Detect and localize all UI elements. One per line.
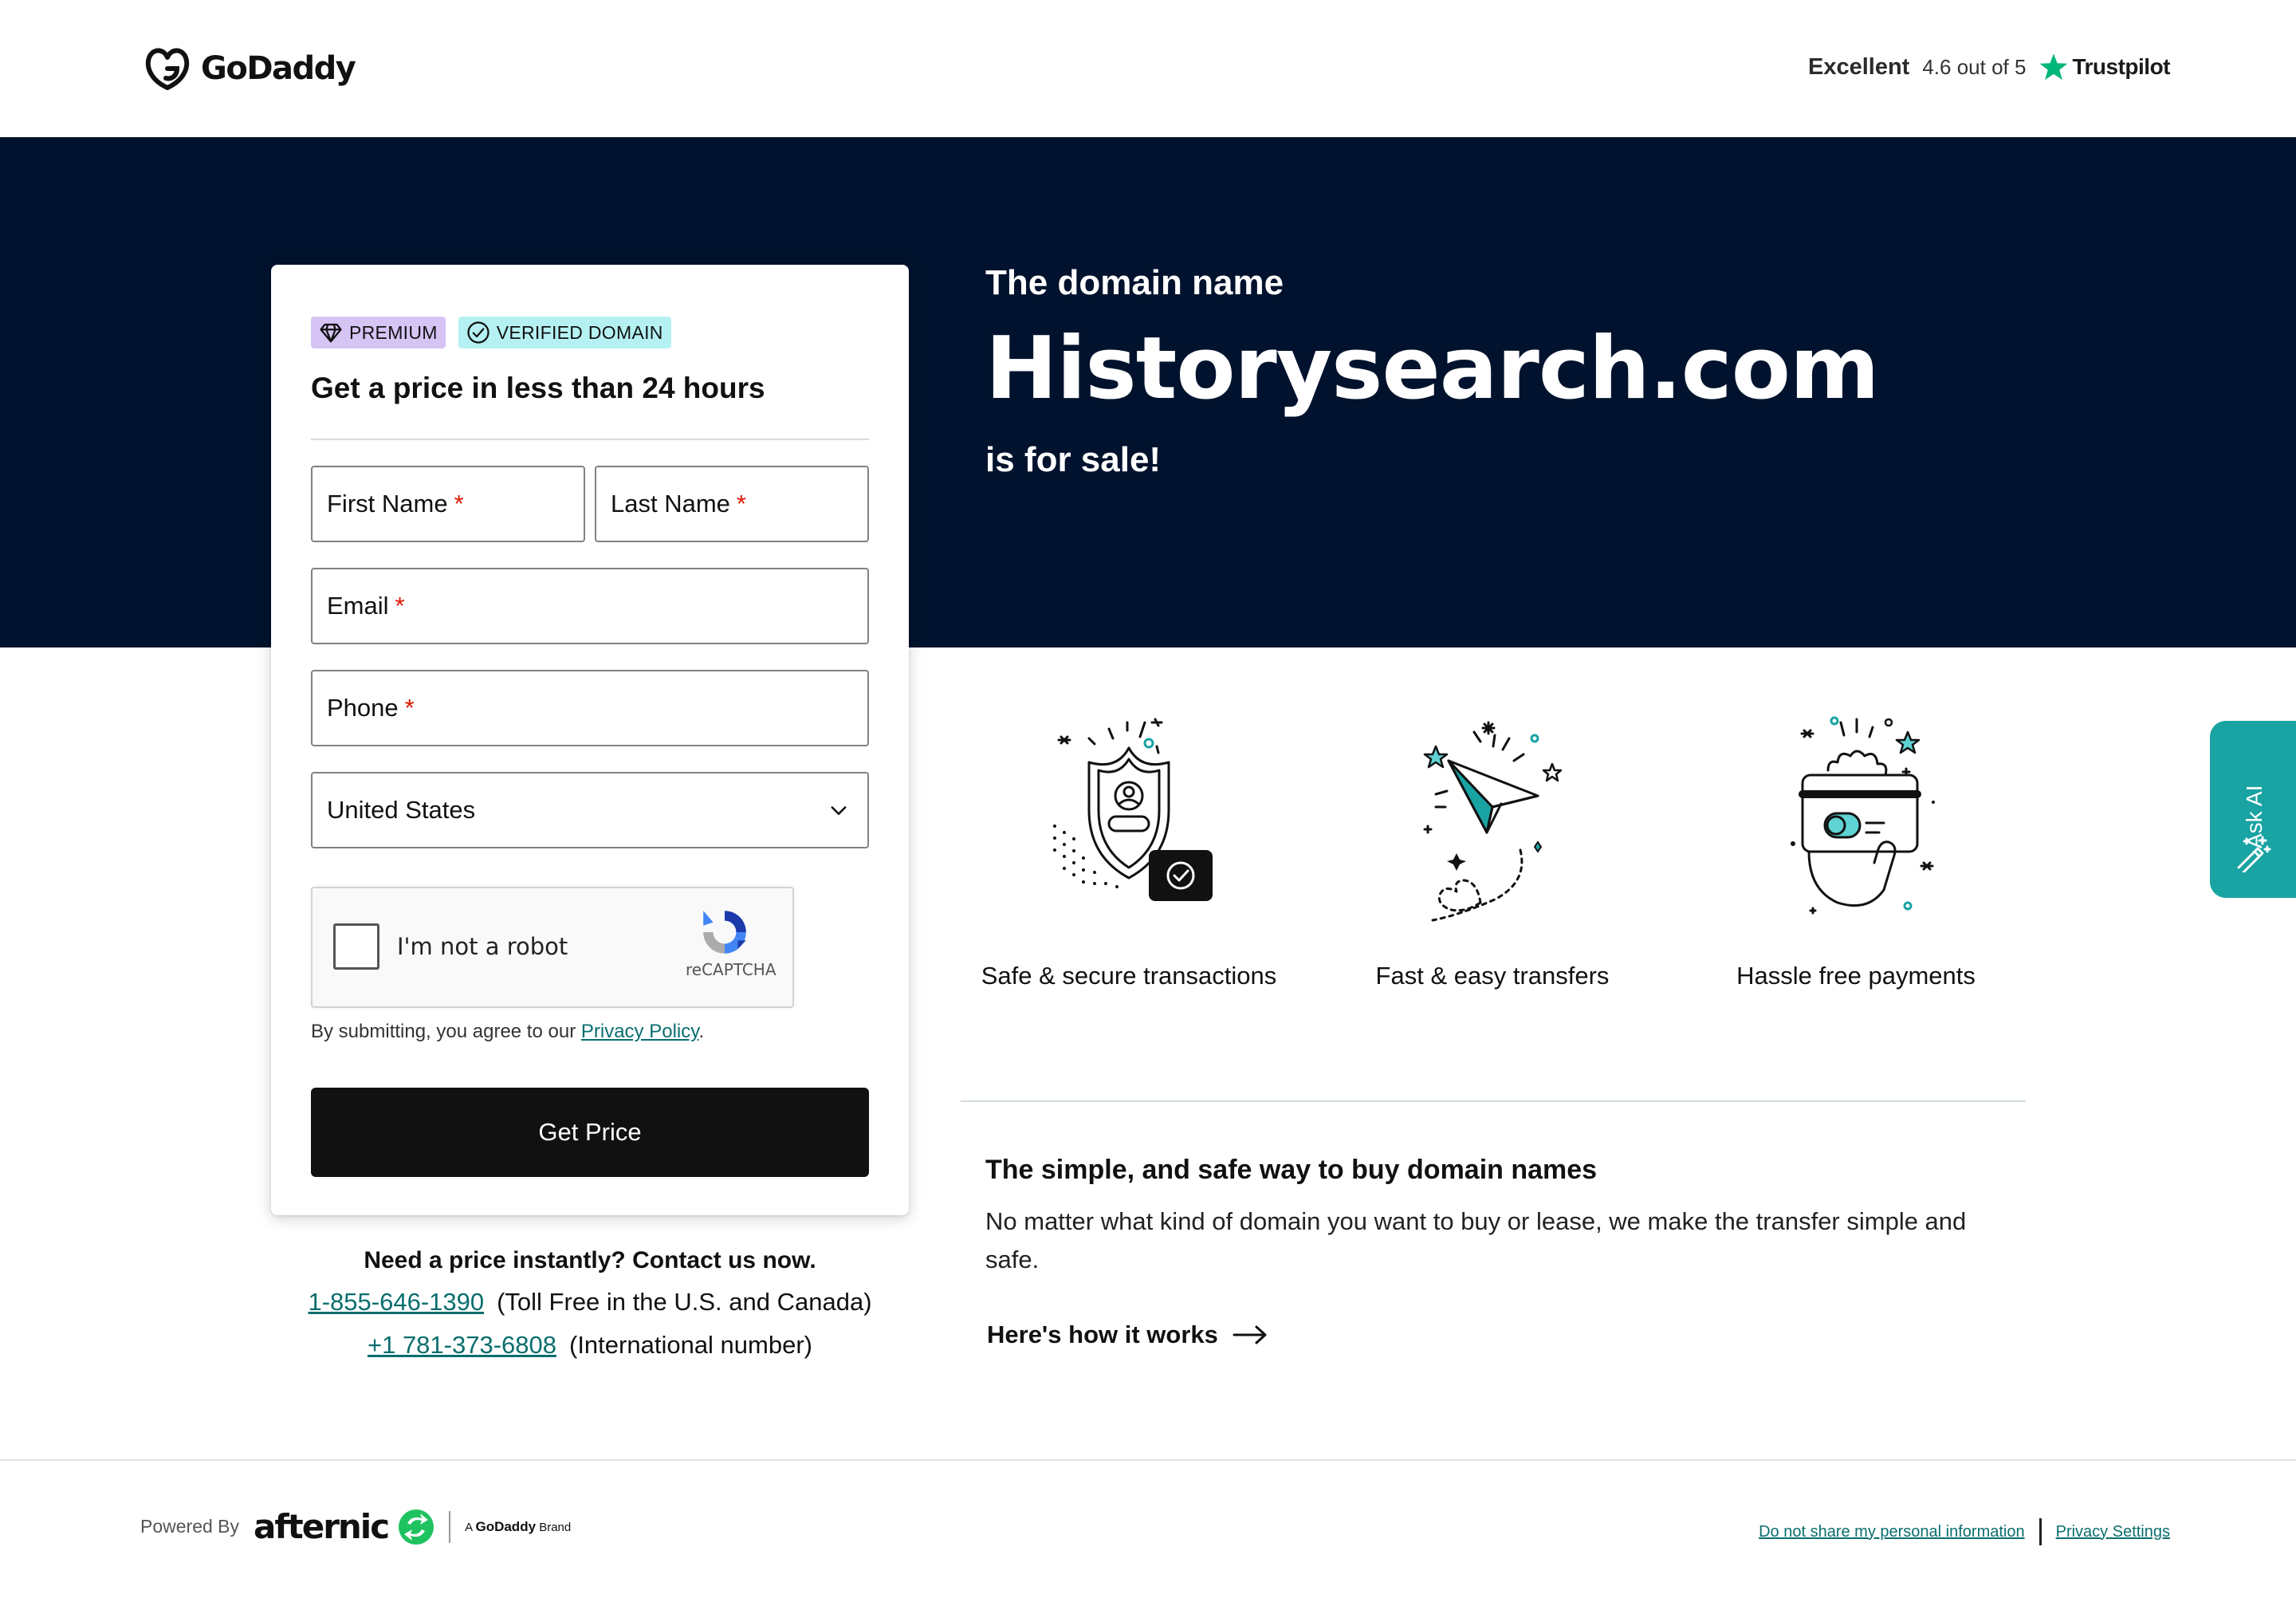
email-label: Email <box>327 592 389 620</box>
footer-branding: Powered By afternic A GoDaddy Brand <box>140 1507 571 1546</box>
footer-link-separator <box>2038 1518 2042 1545</box>
top-bar: GoDaddy Excellent 4.6 out of 5 Trustpilo… <box>0 0 2296 137</box>
check-circle-icon <box>467 321 489 344</box>
hero-pretitle: The domain name <box>985 263 1284 302</box>
price-request-form: PREMIUM VERIFIED DOMAIN Get a price in l… <box>271 265 909 1215</box>
international-phone-link[interactable]: +1 781-373-6808 <box>368 1331 556 1359</box>
first-name-label: First Name <box>327 490 448 518</box>
domain-name-heading: Historysearch.com <box>985 319 1880 419</box>
premium-badge-label: PREMIUM <box>349 321 438 343</box>
godaddy-logo-icon <box>145 48 190 90</box>
afternic-logo: afternic <box>254 1507 390 1546</box>
badge-row: PREMIUM VERIFIED DOMAIN <box>311 317 671 348</box>
brand-name: GoDaddy <box>475 1518 537 1534</box>
info-text: No matter what kind of domain you want t… <box>985 1207 1967 1273</box>
footer-divider <box>0 1459 2296 1461</box>
godaddy-brand-tag: A GoDaddy Brand <box>465 1519 571 1535</box>
rating-label: Excellent <box>1808 53 1910 80</box>
godaddy-logo[interactable]: GoDaddy <box>142 45 356 92</box>
info-title: The simple, and safe way to buy domain n… <box>985 1155 1598 1185</box>
country-select[interactable]: United States <box>311 772 869 848</box>
phone-label: Phone <box>327 694 399 722</box>
footer-links: Do not share my personal information Pri… <box>1759 1518 2170 1545</box>
diamond-icon <box>320 323 342 343</box>
international-note: (International number) <box>569 1331 812 1359</box>
ask-ai-button[interactable]: Ask AI <box>2210 721 2296 898</box>
verified-badge: VERIFIED DOMAIN <box>458 317 671 348</box>
recaptcha-label: I'm not a robot <box>397 933 568 960</box>
verified-badge-label: VERIFIED DOMAIN <box>496 321 663 343</box>
feature-label: Safe & secure transactions <box>981 962 1277 990</box>
privacy-terms: By submitting, you agree to our Privacy … <box>311 1021 704 1043</box>
arrow-right-icon <box>1233 1325 1267 1344</box>
contact-title: Need a price instantly? Contact us now. <box>364 1247 816 1273</box>
recaptcha-widget: I'm not a robot reCAPTCHA <box>311 887 794 1008</box>
last-name-field[interactable]: Last Name * <box>595 466 869 542</box>
recaptcha-checkbox[interactable] <box>333 923 379 970</box>
do-not-share-link[interactable]: Do not share my personal information <box>1759 1523 2025 1541</box>
feature-label: Fast & easy transfers <box>1375 962 1610 990</box>
brand-name: GoDaddy <box>201 50 356 87</box>
email-field[interactable]: Email * <box>311 568 869 644</box>
recaptcha-brand: reCAPTCHA <box>686 960 776 979</box>
feature-label: Hassle free payments <box>1736 962 1976 990</box>
privacy-settings-link[interactable]: Privacy Settings <box>2056 1523 2170 1541</box>
required-mark: * <box>395 592 405 620</box>
get-price-button[interactable]: Get Price <box>311 1088 869 1177</box>
hero-subtitle: is for sale! <box>985 440 1162 479</box>
trustpilot-brand: Trustpilot <box>2038 52 2170 82</box>
brand-prefix: A <box>465 1520 473 1534</box>
afternic-arrows-icon <box>399 1509 434 1545</box>
contact-line-international: +1 781-373-6808 (International number) <box>271 1324 909 1367</box>
contact-line-tollfree: 1-855-646-1390 (Toll Free in the U.S. and… <box>271 1281 909 1324</box>
footer-separator <box>449 1510 451 1543</box>
section-divider <box>961 1100 2026 1102</box>
trustpilot-label: Trustpilot <box>2072 54 2170 79</box>
first-name-field[interactable]: First Name * <box>311 466 585 542</box>
premium-badge: PREMIUM <box>311 317 446 348</box>
tollfree-phone-link[interactable]: 1-855-646-1390 <box>308 1288 484 1316</box>
phone-field[interactable]: Phone * <box>311 670 869 746</box>
hand-card-icon <box>1791 716 1935 915</box>
powered-by-label: Powered By <box>140 1516 240 1537</box>
last-name-label: Last Name <box>611 490 730 518</box>
tollfree-note: (Toll Free in the U.S. and Canada) <box>497 1288 872 1316</box>
star-icon <box>2040 53 2068 81</box>
chevron-down-icon <box>831 806 847 815</box>
rating-score: 4.6 out of 5 <box>1922 54 2027 79</box>
privacy-policy-link[interactable]: Privacy Policy <box>581 1021 699 1042</box>
terms-prefix: By submitting, you agree to our <box>311 1021 581 1042</box>
feature-payments: Hassle free payments <box>1704 714 2007 990</box>
magic-wand-icon <box>2237 836 2271 872</box>
trustpilot-rating[interactable]: Excellent 4.6 out of 5 Trustpilot <box>1808 49 2170 85</box>
form-title: Get a price in less than 24 hours <box>311 372 765 404</box>
feature-secure: Safe & secure transactions <box>977 714 1280 990</box>
how-it-works-label: Here's how it works <box>987 1321 1218 1348</box>
terms-suffix: . <box>698 1021 705 1042</box>
form-divider <box>311 439 869 440</box>
feature-transfers: Fast & easy transfers <box>1341 714 1644 990</box>
required-mark: * <box>404 694 415 722</box>
country-value: United States <box>327 796 476 824</box>
brand-suffix: Brand <box>539 1520 572 1534</box>
recaptcha-logo-icon <box>703 911 746 954</box>
how-it-works-link[interactable]: Here's how it works <box>987 1321 1268 1349</box>
required-mark: * <box>736 490 746 518</box>
required-mark: * <box>454 490 464 518</box>
shield-check-icon <box>1053 718 1213 901</box>
contact-info: Need a price instantly? Contact us now. … <box>271 1241 909 1367</box>
paper-plane-icon <box>1423 721 1563 922</box>
